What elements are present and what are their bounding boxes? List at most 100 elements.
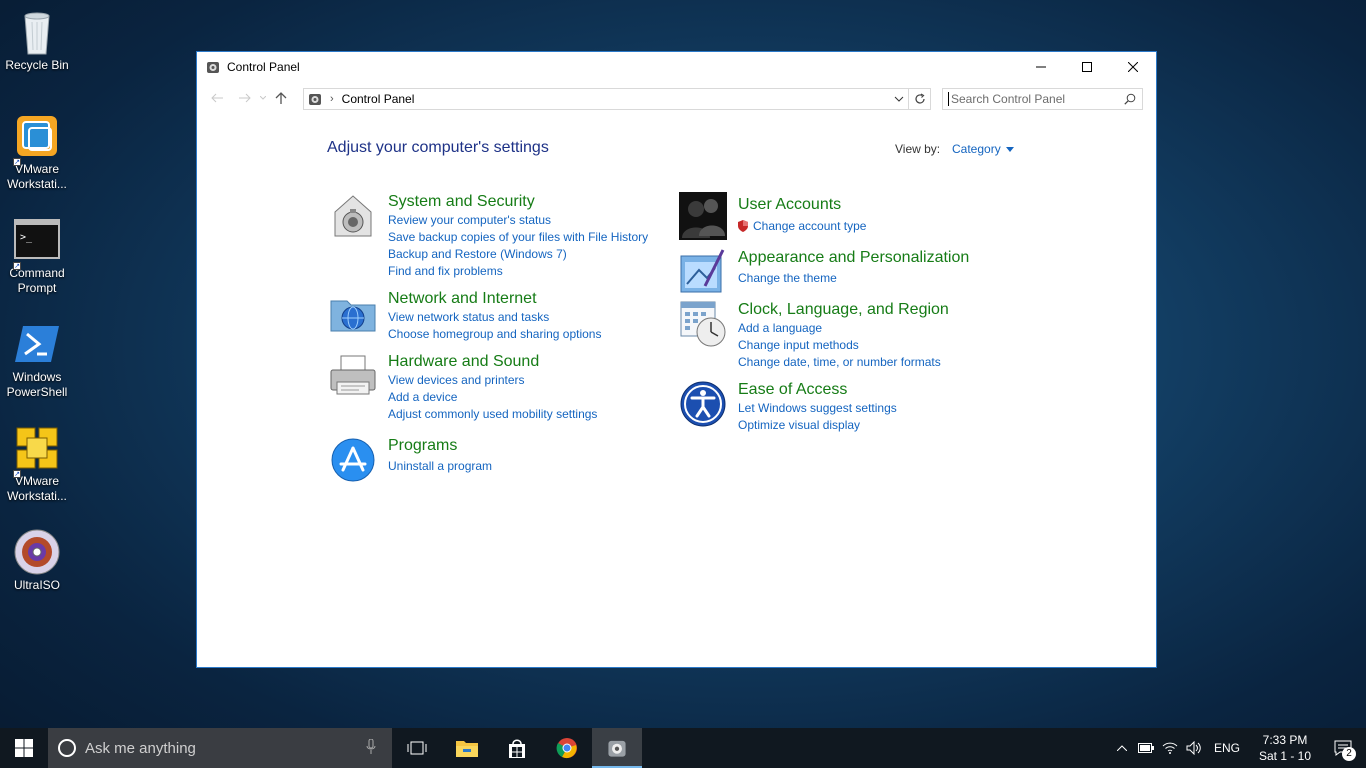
breadcrumb-separator-icon[interactable]: › (330, 93, 334, 105)
desktop-command-prompt[interactable]: >_ ↗ Command Prompt (2, 216, 72, 296)
forward-button[interactable] (233, 86, 257, 110)
address-bar[interactable]: › Control Panel (303, 88, 909, 110)
link-file-history[interactable]: Save backup copies of your files with Fi… (388, 229, 648, 246)
category-title-programs[interactable]: Programs (388, 436, 492, 456)
microphone-icon[interactable] (366, 739, 376, 755)
link-mobility-settings[interactable]: Adjust commonly used mobility settings (388, 406, 597, 423)
link-input-methods[interactable]: Change input methods (738, 337, 949, 354)
chevron-down-icon[interactable] (892, 92, 906, 106)
category-title-clock-language[interactable]: Clock, Language, and Region (738, 300, 949, 320)
clock-date: Sat 1 - 10 (1258, 749, 1312, 763)
desktop-icon-label: Recycle Bin (5, 58, 69, 72)
close-icon (1128, 62, 1138, 72)
desktop-vmware-workstation-2[interactable]: ↗ VMware Workstati... (2, 424, 72, 504)
caret-down-icon (1005, 146, 1014, 152)
task-view-button[interactable] (392, 728, 442, 768)
desktop-windows-powershell[interactable]: Windows PowerShell (2, 320, 72, 400)
appearance-icon (680, 249, 725, 293)
content-area: Adjust your computer's settings View by:… (197, 114, 1156, 667)
link-change-theme[interactable]: Change the theme (738, 270, 969, 287)
vmware-player-icon: ↗ (13, 424, 61, 478)
minimize-button[interactable] (1018, 52, 1064, 82)
link-find-fix-problems[interactable]: Find and fix problems (388, 263, 648, 280)
language-indicator[interactable]: ENG (1214, 741, 1240, 755)
battery-icon[interactable] (1134, 728, 1158, 768)
back-button[interactable] (205, 86, 229, 110)
view-by-dropdown[interactable]: Category (952, 142, 1014, 156)
ease-of-access-icon (680, 381, 726, 427)
ultraiso-icon (13, 528, 61, 576)
link-homegroup-sharing[interactable]: Choose homegroup and sharing options (388, 326, 601, 343)
category-title-user-accounts[interactable]: User Accounts (738, 195, 866, 215)
action-center-button[interactable]: 2 (1320, 728, 1366, 768)
category-title-appearance[interactable]: Appearance and Personalization (738, 248, 969, 268)
category-title-system-security[interactable]: System and Security (388, 192, 648, 212)
arrow-right-icon (239, 93, 251, 103)
shortcut-arrow-icon: ↗ (13, 158, 21, 166)
clock[interactable]: 7:33 PM Sat 1 - 10 (1250, 732, 1320, 764)
show-hidden-icons-button[interactable] (1110, 728, 1134, 768)
link-devices-printers[interactable]: View devices and printers (388, 372, 597, 389)
view-by-value: Category (952, 142, 1001, 156)
shortcut-arrow-icon: ↗ (13, 470, 21, 478)
taskbar: Ask me anything ENG 7:33 PM Sat 1 - 10 2 (0, 728, 1366, 768)
desktop-vmware-workstation[interactable]: ↗ VMware Workstati... (2, 112, 72, 192)
up-button[interactable] (269, 86, 293, 110)
refresh-button[interactable] (909, 88, 931, 110)
desktop-icon-label: UltraISO (13, 578, 60, 592)
link-change-account-type-label: Change account type (753, 219, 867, 233)
vmware-icon: ↗ (13, 112, 61, 166)
hardware-sound-icon (330, 355, 376, 395)
arrow-up-icon (275, 92, 287, 104)
desktop-icon-label: Windows PowerShell (6, 370, 68, 399)
link-add-language[interactable]: Add a language (738, 320, 949, 337)
windows-logo-icon (15, 739, 33, 757)
title-bar[interactable]: Control Panel (197, 52, 1156, 82)
control-panel-taskbar-button[interactable] (592, 728, 642, 768)
link-backup-restore[interactable]: Backup and Restore (Windows 7) (388, 246, 648, 263)
recent-locations-button[interactable] (257, 86, 269, 110)
control-panel-window: Control Panel › Control Panel Search Con… (196, 51, 1157, 668)
recycle-bin-icon (13, 8, 61, 56)
system-tray: ENG 7:33 PM Sat 1 - 10 2 (1110, 728, 1366, 768)
link-add-device[interactable]: Add a device (388, 389, 597, 406)
search-box[interactable] (942, 88, 1143, 110)
link-change-account-type[interactable]: Change account type (738, 218, 866, 235)
volume-icon[interactable] (1182, 728, 1206, 768)
search-icon[interactable] (1124, 93, 1136, 105)
chrome-button[interactable] (542, 728, 592, 768)
link-network-status[interactable]: View network status and tasks (388, 309, 601, 326)
programs-icon (331, 438, 375, 482)
control-panel-icon (309, 94, 321, 105)
category-title-network-internet[interactable]: Network and Internet (388, 289, 601, 309)
category-title-hardware-sound[interactable]: Hardware and Sound (388, 352, 597, 372)
link-date-time-formats[interactable]: Change date, time, or number formats (738, 354, 949, 371)
search-input[interactable] (948, 92, 1118, 106)
address-row: › Control Panel (197, 82, 1156, 114)
breadcrumb-control-panel[interactable]: Control Panel (342, 92, 415, 106)
maximize-button[interactable] (1064, 52, 1110, 82)
cortana-search-box[interactable]: Ask me anything (48, 728, 392, 768)
arrow-left-icon (211, 93, 223, 103)
cortana-icon (58, 739, 76, 757)
start-button[interactable] (0, 728, 48, 768)
category-title-ease-of-access[interactable]: Ease of Access (738, 380, 897, 400)
desktop-icon-label: VMware Workstati... (7, 162, 67, 191)
wifi-icon[interactable] (1158, 728, 1182, 768)
link-review-status[interactable]: Review your computer's status (388, 212, 648, 229)
chevron-down-icon (260, 96, 266, 100)
store-button[interactable] (492, 728, 542, 768)
clock-language-icon (680, 301, 726, 347)
store-icon (509, 739, 525, 758)
close-button[interactable] (1110, 52, 1156, 82)
desktop-recycle-bin[interactable]: Recycle Bin (2, 8, 72, 73)
desktop-icon-label: Command Prompt (9, 266, 65, 295)
desktop-ultraiso[interactable]: UltraISO (2, 528, 72, 593)
control-panel-icon (207, 62, 219, 73)
link-uninstall-program[interactable]: Uninstall a program (388, 458, 492, 475)
task-view-icon (407, 741, 427, 755)
maximize-icon (1082, 62, 1092, 72)
link-optimize-visual[interactable]: Optimize visual display (738, 417, 897, 434)
link-suggest-settings[interactable]: Let Windows suggest settings (738, 400, 897, 417)
file-explorer-button[interactable] (442, 728, 492, 768)
